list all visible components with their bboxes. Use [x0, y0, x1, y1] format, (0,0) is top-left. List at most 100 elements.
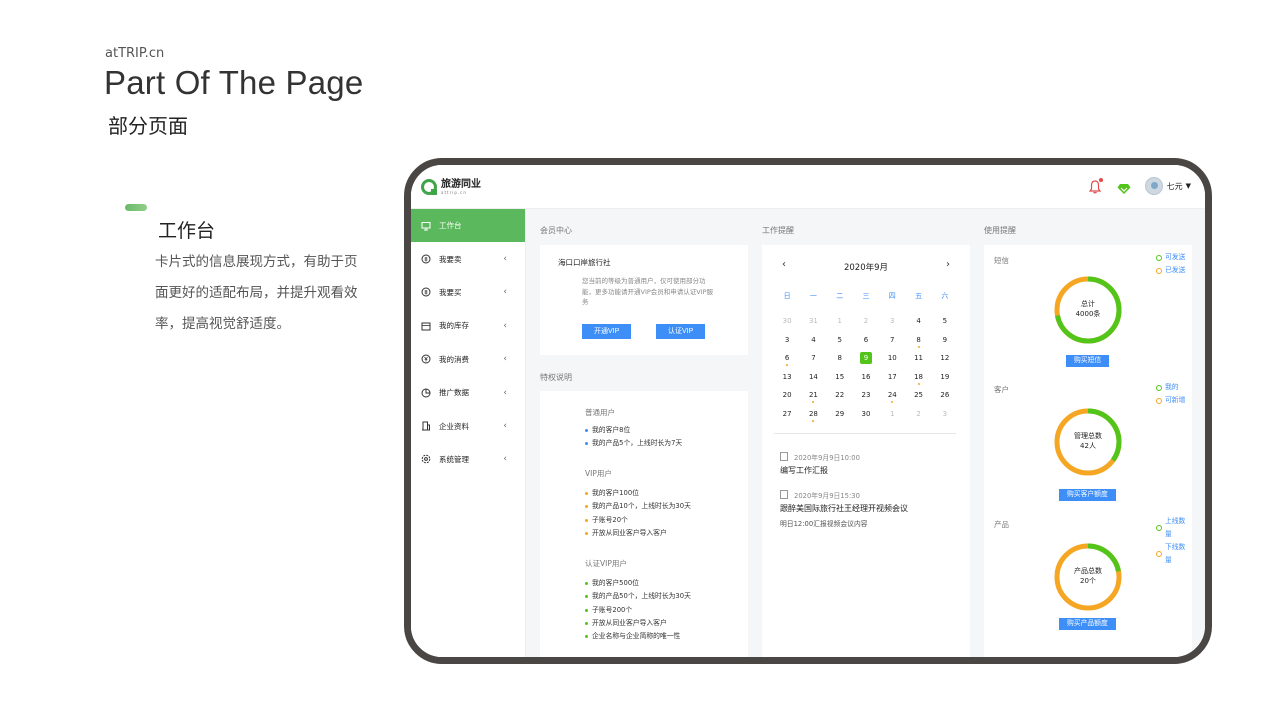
buy-customer-quota-button[interactable]: 购买客户额度	[1059, 489, 1116, 501]
bell-icon[interactable]	[1088, 178, 1103, 194]
customers-summary: 管理总数 42人	[1053, 431, 1123, 451]
list-item: 我的产品50个，上线时长为30天	[585, 590, 691, 603]
chevron-left-icon: ‹	[503, 287, 507, 298]
next-month-button[interactable]: ›	[946, 259, 950, 270]
logo-domain: attrip.cn	[441, 190, 467, 195]
sidebar-item-company[interactable]: 企业资料 ‹	[411, 409, 525, 442]
calendar-day[interactable]: 28	[800, 408, 826, 427]
calendar-day[interactable]: 13	[774, 371, 800, 390]
calendar-day[interactable]: 23	[853, 389, 879, 408]
calendar-day[interactable]: 30	[853, 408, 879, 427]
sidebar-item-consumption[interactable]: 我的消费 ‹	[411, 343, 525, 376]
weekday-label: 四	[888, 292, 896, 300]
calendar-day[interactable]: 14	[800, 371, 826, 390]
calendar-day[interactable]: 1	[827, 315, 853, 334]
calendar-day[interactable]: 12	[932, 352, 958, 371]
sidebar-item-system[interactable]: 系统管理 ‹	[411, 443, 525, 476]
calendar-day[interactable]: 31	[800, 315, 826, 334]
top-bar: 旅游同业 attrip.cn 七元 ▼	[411, 165, 1205, 209]
legend-label: 上线数量	[1164, 517, 1186, 538]
open-vip-button[interactable]: 开通VIP	[582, 324, 632, 339]
calendar-day[interactable]: 26	[932, 389, 958, 408]
calendar-day[interactable]: 29	[827, 408, 853, 427]
privilege-group-title: 普通用户	[585, 408, 615, 417]
customers-label: 客户	[994, 385, 1009, 394]
products-legend: 上线数量 下线数量	[1156, 515, 1192, 567]
calendar-day[interactable]: 5	[827, 334, 853, 353]
chevron-left-icon: ‹	[503, 320, 507, 331]
sidebar-item-buy[interactable]: 我要买 ‹	[411, 276, 525, 309]
calendar-day[interactable]: 4	[800, 334, 826, 353]
buy-product-quota-button[interactable]: 购买产品额度	[1059, 618, 1116, 630]
calendar-day[interactable]: 4	[905, 315, 931, 334]
document-icon	[780, 490, 788, 499]
list-item: 开放从同业客户导入客户	[585, 617, 691, 630]
calendar-day[interactable]: 3	[932, 408, 958, 427]
app-logo[interactable]: 旅游同业 attrip.cn	[421, 179, 481, 195]
verify-vip-button[interactable]: 认证VIP	[656, 324, 706, 339]
calendar-day[interactable]: 8	[905, 334, 931, 353]
list-item: 我的产品10个，上线时长为30天	[585, 500, 691, 513]
sidebar-item-workbench[interactable]: 工作台	[411, 209, 525, 243]
buy-sms-button[interactable]: 购买短信	[1066, 355, 1110, 367]
user-name[interactable]: 七元	[1167, 181, 1183, 192]
calendar-day[interactable]: 20	[774, 389, 800, 408]
sidebar-item-sell[interactable]: 我要卖 ‹	[411, 242, 525, 275]
calendar-day[interactable]: 17	[879, 371, 905, 390]
calendar-day[interactable]: 21	[800, 389, 826, 408]
calendar-day[interactable]: 11	[905, 352, 931, 371]
calendar-day[interactable]: 1	[879, 408, 905, 427]
sms-total-label: 总计	[1081, 300, 1095, 308]
sidebar-item-label: 我的库存	[439, 321, 469, 331]
calendar-day[interactable]: 2	[905, 408, 931, 427]
sms-total-value: 4000条	[1075, 310, 1101, 318]
coin-icon	[421, 287, 431, 297]
calendar-day[interactable]: 9	[853, 352, 879, 371]
chevron-left-icon: ‹	[503, 354, 507, 365]
page-subtitle: 部分页面	[108, 114, 188, 138]
products-total-value: 20个	[1080, 577, 1096, 585]
list-item: 子账号20个	[585, 514, 691, 527]
privilege-group-title: VIP用户	[585, 469, 612, 478]
page-title: Part Of The Page	[104, 64, 364, 101]
calendar-day[interactable]: 2	[853, 315, 879, 334]
calendar-day[interactable]: 7	[879, 334, 905, 353]
sms-summary: 总计 4000条	[1053, 299, 1123, 319]
task-title[interactable]: 编写工作汇报	[780, 465, 828, 476]
calendar-day[interactable]: 3	[774, 334, 800, 353]
calendar-day[interactable]: 27	[774, 408, 800, 427]
calendar-day[interactable]: 6	[853, 334, 879, 353]
sidebar: 工作台 我要卖 ‹ 我要买 ‹ 我的库存 ‹ 我的消费 ‹ 推广数据 ‹ 企业资…	[411, 209, 526, 657]
calendar-day[interactable]: 22	[827, 389, 853, 408]
calendar-day[interactable]: 18	[905, 371, 931, 390]
calendar-day[interactable]: 16	[853, 371, 879, 390]
green-legend-dot	[1156, 525, 1162, 531]
member-center-header: 会员中心	[540, 226, 572, 235]
calendar-day[interactable]: 6	[774, 352, 800, 371]
calendar-day[interactable]: 5	[932, 315, 958, 334]
calendar-day[interactable]: 8	[827, 352, 853, 371]
avatar[interactable]	[1144, 177, 1163, 195]
task-title[interactable]: 跟醉美国际旅行社王经理开视频会议	[780, 503, 908, 514]
vip-diamond-icon[interactable]	[1117, 180, 1131, 194]
calendar-day[interactable]: 30	[774, 315, 800, 334]
sidebar-item-label: 系统管理	[439, 454, 469, 464]
calendar-day[interactable]: 24	[879, 389, 905, 408]
calendar-day[interactable]: 9	[932, 334, 958, 353]
sidebar-item-promotion[interactable]: 推广数据 ‹	[411, 376, 525, 409]
list-item: 子账号200个	[585, 604, 691, 617]
calendar-day[interactable]: 3	[879, 315, 905, 334]
calendar-day[interactable]: 7	[800, 352, 826, 371]
sidebar-item-inventory[interactable]: 我的库存 ‹	[411, 309, 525, 342]
chevron-down-icon[interactable]: ▼	[1186, 182, 1191, 190]
calendar-day[interactable]: 19	[932, 371, 958, 390]
calendar-day[interactable]: 10	[879, 352, 905, 371]
privileges-header: 特权说明	[540, 373, 572, 382]
legend-label: 已发送	[1165, 266, 1186, 274]
accent-bar	[125, 204, 147, 211]
divider	[774, 433, 956, 434]
calendar-day[interactable]: 25	[905, 389, 931, 408]
calendar-day[interactable]: 15	[827, 371, 853, 390]
usage-reminder-header: 使用提醒	[984, 226, 1016, 235]
privileges-card: 普通用户 我的客户8位 我的产品5个，上线时长为7天 VIP用户 我的客户100…	[540, 391, 748, 657]
